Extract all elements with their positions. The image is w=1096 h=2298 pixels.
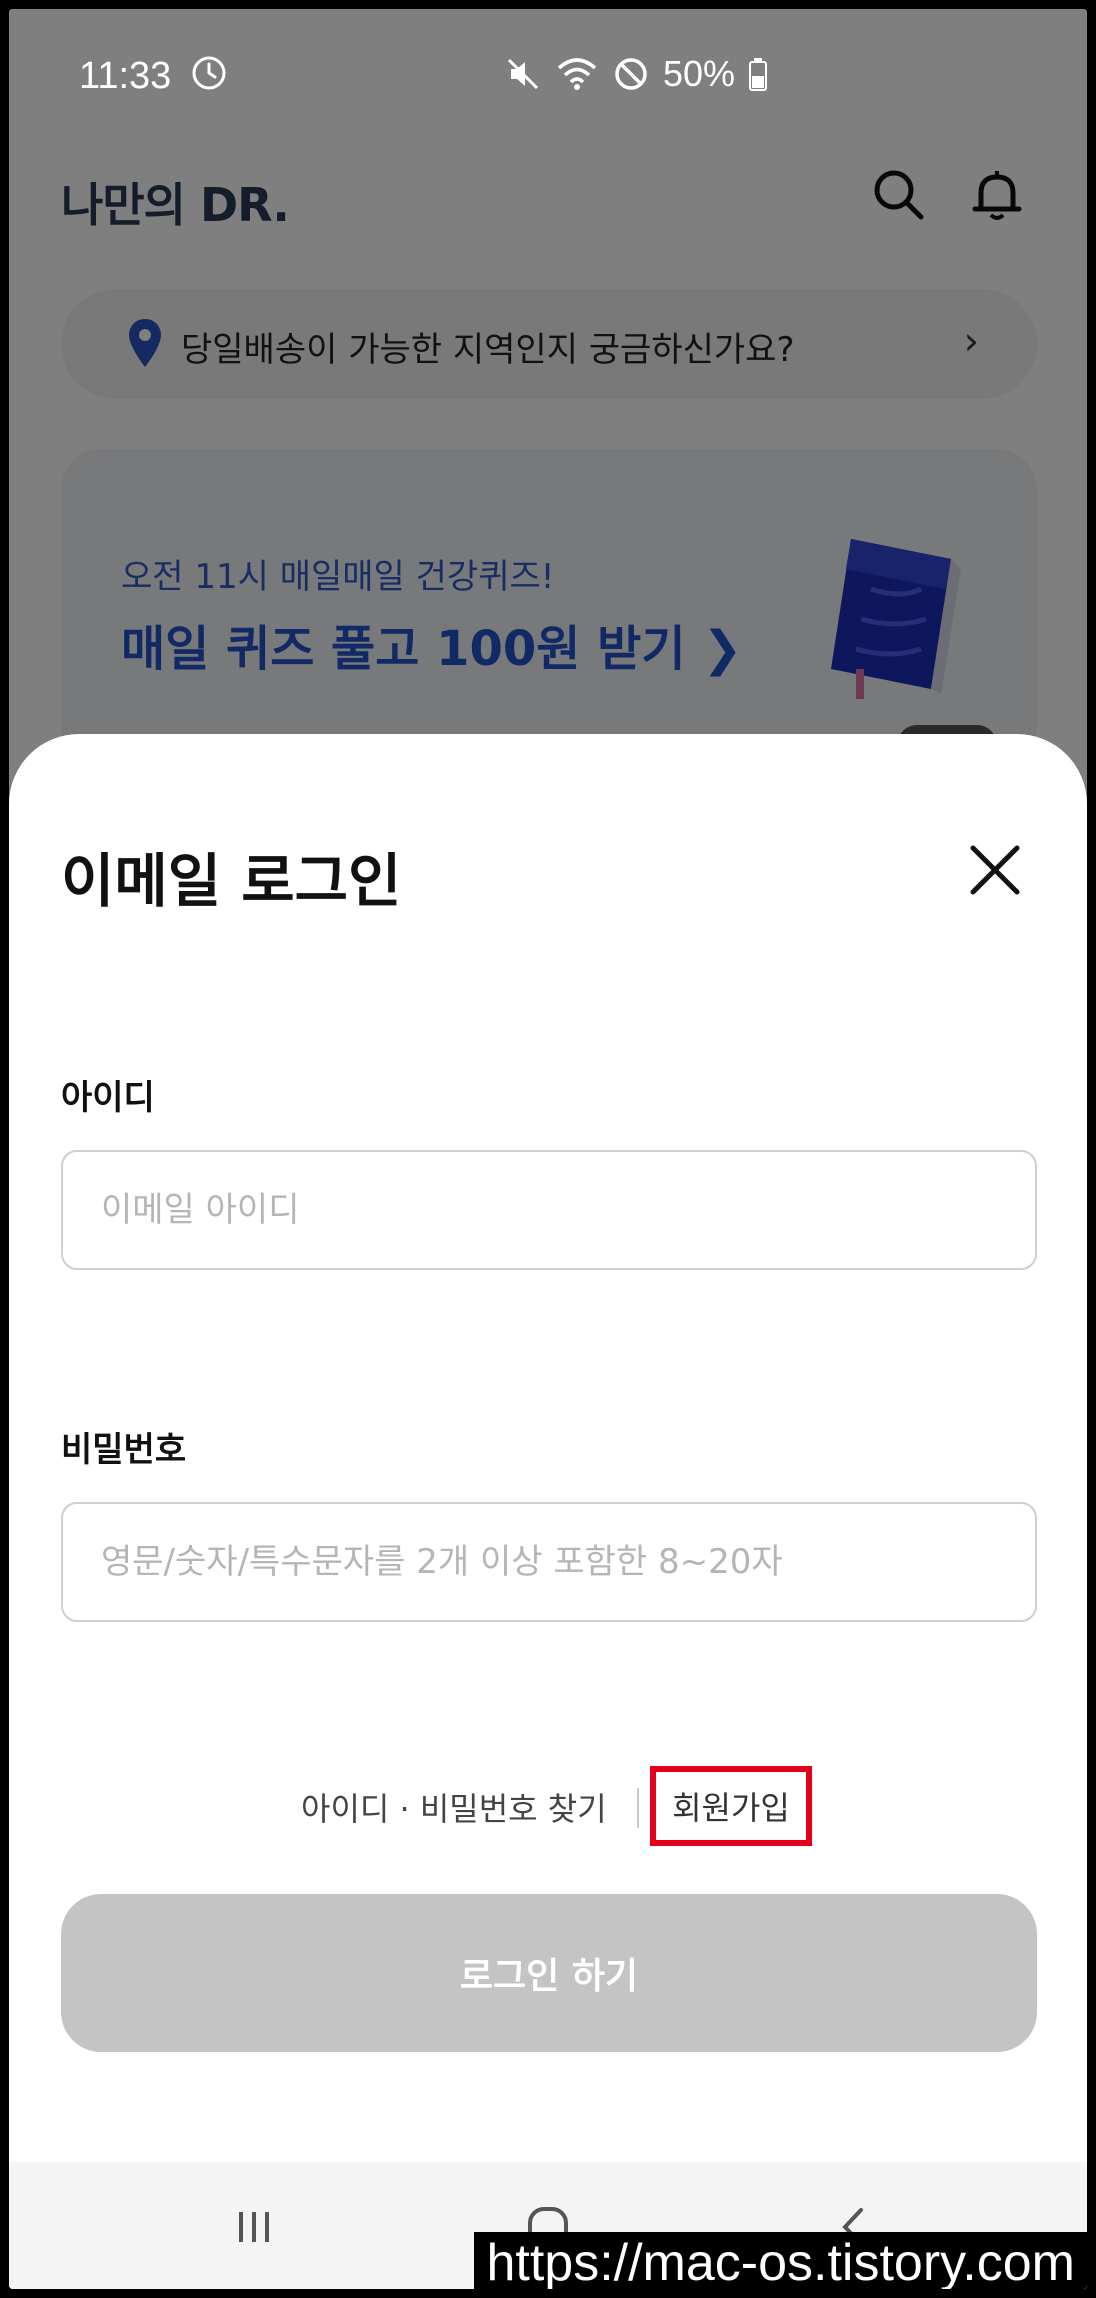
email-login-sheet: 이메일 로그인 아이디 비밀번호 아이디 · 비밀번호 찾기 회원가입 로그인 …: [9, 734, 1087, 2289]
status-bar: 11:33 50%: [9, 9, 1087, 113]
password-label: 비밀번호: [61, 1430, 187, 1470]
status-time: 11:33: [79, 55, 172, 97]
recent-apps-icon[interactable]: [229, 2202, 279, 2252]
watermark-text: https://mac-os.tistory.com: [474, 2232, 1087, 2289]
signup-link[interactable]: 회원가입: [650, 1766, 812, 1846]
do-not-disturb-icon: [615, 58, 647, 90]
login-button[interactable]: 로그인 하기: [61, 1894, 1037, 2052]
sheet-title: 이메일 로그인: [61, 847, 402, 915]
link-divider: [637, 1788, 639, 1828]
clock-icon: [192, 56, 226, 90]
password-input[interactable]: [61, 1502, 1037, 1622]
id-label: 아이디: [61, 1078, 155, 1118]
phone-screen: 나만의 DR. 당일배송이 가능한 지역인지 궁금하신가요? › 오전 11시 …: [9, 9, 1087, 2289]
status-icons: 50%: [503, 53, 769, 95]
battery-icon: [749, 58, 768, 91]
mute-icon: [507, 58, 539, 90]
account-links: 아이디 · 비밀번호 찾기 회원가입: [9, 1766, 1087, 1846]
wifi-icon: [557, 58, 597, 90]
email-id-input[interactable]: [61, 1150, 1037, 1270]
battery-percent: 50%: [663, 53, 736, 94]
find-id-password-link[interactable]: 아이디 · 비밀번호 찾기: [301, 1784, 607, 1830]
close-icon[interactable]: [965, 840, 1025, 900]
